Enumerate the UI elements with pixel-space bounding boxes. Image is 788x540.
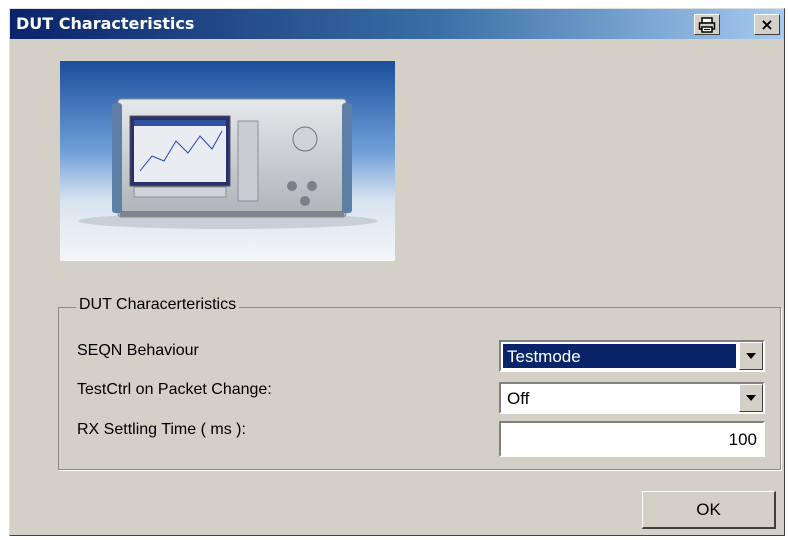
- title-bar[interactable]: DUT Characteristics ×: [10, 9, 784, 39]
- testctrl-packet-change-dropdown-button[interactable]: [739, 384, 763, 412]
- testctrl-packet-change-select[interactable]: Off: [499, 382, 765, 414]
- instrument-photo: [60, 61, 395, 261]
- seqn-behaviour-select[interactable]: Testmode: [499, 340, 765, 372]
- close-button[interactable]: ×: [754, 14, 780, 35]
- close-icon: ×: [760, 14, 774, 34]
- print-button[interactable]: [694, 14, 720, 35]
- group-legend: DUT Characerteristics: [76, 296, 240, 314]
- testctrl-packet-change-label: TestCtrl on Packet Change:: [77, 381, 272, 398]
- chevron-down-icon: [746, 353, 756, 359]
- selected-value-highlight: Testmode: [503, 344, 736, 368]
- rx-settling-time-input[interactable]: 100: [499, 421, 765, 457]
- chevron-down-icon: [746, 395, 756, 401]
- seqn-behaviour-dropdown-button[interactable]: [739, 342, 763, 370]
- testctrl-packet-change-value: Off: [507, 389, 530, 408]
- seqn-behaviour-label: SEQN Behaviour: [77, 342, 199, 359]
- window-title: DUT Characteristics: [16, 14, 195, 33]
- printer-icon: [698, 16, 716, 33]
- rx-settling-time-label: RX Settling Time ( ms ):: [77, 421, 246, 438]
- dut-characteristics-dialog: DUT Characteristics × DUT Characerterist…: [9, 8, 785, 536]
- dut-characteristics-group: DUT Characerteristics SEQN Behaviour Tes…: [58, 296, 781, 470]
- seqn-behaviour-value: Testmode: [507, 347, 581, 366]
- ok-button[interactable]: OK: [642, 491, 776, 529]
